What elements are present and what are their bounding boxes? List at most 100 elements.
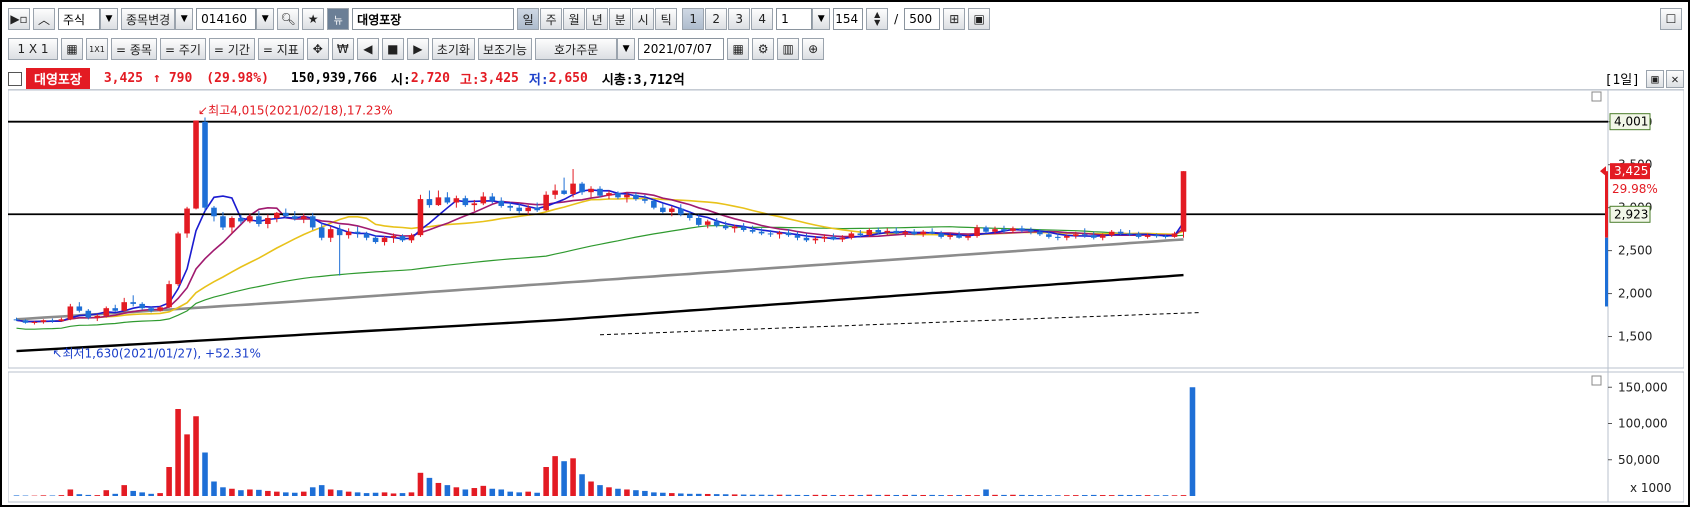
volume-bar-72 xyxy=(660,492,666,496)
volume-bar-39 xyxy=(363,493,370,496)
candle-body xyxy=(848,233,855,238)
interval-tab-3[interactable]: 3 xyxy=(728,8,751,30)
caret-down-icon: ▼ xyxy=(261,14,269,24)
period-tab-1[interactable]: 주 xyxy=(540,8,563,30)
period-sync-button[interactable]: = 기간 xyxy=(208,38,255,60)
volume-bar-29 xyxy=(274,491,280,496)
currency-button[interactable]: ₩ xyxy=(331,38,354,60)
volume-bar-9 xyxy=(94,495,101,496)
order-button[interactable]: 호가주문 xyxy=(535,38,618,60)
volume-bar-128 xyxy=(1162,495,1169,496)
candle-body xyxy=(1153,235,1160,237)
window-menu-button[interactable]: ☐ xyxy=(1660,8,1682,30)
single-layout-button[interactable]: 1X1 xyxy=(86,38,108,60)
candle-body xyxy=(839,237,846,240)
volume-bar-78 xyxy=(713,494,720,496)
period-tab-3[interactable]: 년 xyxy=(586,8,609,30)
scroll-left-button[interactable]: ◀ xyxy=(356,38,379,60)
candle-body xyxy=(965,236,971,238)
restore-button[interactable]: ▣ xyxy=(1646,69,1664,88)
market-select[interactable]: 주식 xyxy=(58,8,100,30)
info-stock-name: 대영포장 xyxy=(26,68,90,89)
search-button[interactable]: 🔍︎ xyxy=(277,8,300,30)
volume-bar-26 xyxy=(247,489,253,496)
candle-body xyxy=(507,205,514,208)
order-dropdown-button[interactable]: ▼ xyxy=(617,38,636,60)
interval-tab-2[interactable]: 2 xyxy=(705,8,728,30)
interval-input[interactable]: 1 xyxy=(776,8,813,30)
cycle-sync-button[interactable]: = 주기 xyxy=(159,38,206,60)
volume-bar-71 xyxy=(651,492,657,496)
volume-bar-68 xyxy=(624,489,630,496)
candle-body xyxy=(67,306,74,320)
period-tab-6[interactable]: 틱 xyxy=(655,8,678,30)
item-sync-button[interactable]: = 종목 xyxy=(111,38,157,60)
stock-name-field: 대영포장 xyxy=(352,8,515,30)
interval-tab-1[interactable]: 1 xyxy=(682,8,705,30)
candle-body xyxy=(803,237,810,241)
calendar-button[interactable]: ▦ xyxy=(727,38,750,60)
volume-bar-66 xyxy=(606,487,612,496)
volume-bar-106 xyxy=(965,495,971,496)
period-tab-2[interactable]: 월 xyxy=(563,8,586,30)
bar-count-separator: / xyxy=(894,12,899,26)
volume-bar-110 xyxy=(1001,494,1007,496)
reset-button[interactable]: 초기화 xyxy=(431,38,475,60)
aux-function-button[interactable]: 보조기능 xyxy=(477,38,533,60)
add-chart-button[interactable]: ⊞ xyxy=(943,8,966,30)
pan-button[interactable]: ✥ xyxy=(306,38,329,60)
change-stock-button[interactable]: 종목변경 xyxy=(121,8,176,30)
favorite-button[interactable]: ★ xyxy=(302,8,325,30)
stock-code-dropdown-button[interactable]: ▼ xyxy=(256,8,275,30)
max-bars-input[interactable]: 500 xyxy=(904,8,941,30)
grid-layout-button[interactable]: ▦ xyxy=(61,38,83,60)
zoom-button[interactable]: ⊕ xyxy=(802,38,825,60)
volume-bar-41 xyxy=(381,492,388,496)
candle-body xyxy=(1180,171,1187,232)
candle-18 xyxy=(175,231,181,286)
period-tab-0[interactable]: 일 xyxy=(517,8,540,30)
bar-count-input[interactable]: 154 xyxy=(833,8,864,30)
save-button[interactable]: ▣ xyxy=(968,8,991,30)
change-stock-dropdown-button[interactable]: ▼ xyxy=(175,8,194,30)
current-price: 3,425 xyxy=(103,71,143,86)
volume-bar-65 xyxy=(597,485,603,496)
candle-body xyxy=(1126,233,1133,235)
candle-body xyxy=(956,235,962,238)
indicator-sync-button[interactable]: = 지표 xyxy=(257,38,304,60)
period-tab-4[interactable]: 분 xyxy=(609,8,632,30)
candle-body xyxy=(31,321,38,323)
stop-button[interactable]: ■ xyxy=(381,38,404,60)
candle-body xyxy=(857,233,864,236)
volume-bar-48 xyxy=(444,485,451,496)
candle-body xyxy=(920,231,926,235)
interval-tab-4[interactable]: 4 xyxy=(751,8,774,30)
market-dropdown-button[interactable]: ▼ xyxy=(100,8,118,30)
interval-dropdown-button[interactable]: ▼ xyxy=(812,8,831,30)
layout-button[interactable]: 1 X 1 xyxy=(8,38,58,60)
price-chart-area[interactable]: 1,5002,0002,5003,0003,5004,00050,000100,… xyxy=(8,90,1684,504)
volume-pane xyxy=(8,371,1684,503)
play-toggle-button[interactable]: ▶▫ xyxy=(8,8,30,30)
date-input[interactable]: 2021/07/07 xyxy=(638,38,725,60)
volume-bar-17 xyxy=(166,467,172,496)
settings-button[interactable]: ⚙ xyxy=(752,38,775,60)
volume-bar-119 xyxy=(1081,495,1088,496)
news-button[interactable]: 뉴 xyxy=(327,8,350,30)
volume-bar-47 xyxy=(435,482,442,496)
chart-config-button[interactable]: ▥ xyxy=(777,38,800,60)
period-tab-5[interactable]: 시 xyxy=(632,8,655,30)
volume-bar-59 xyxy=(543,467,549,496)
stock-code-input[interactable]: 014160 xyxy=(196,8,257,30)
scroll-right-button[interactable]: ▶ xyxy=(406,38,429,60)
candle-body xyxy=(633,194,639,200)
close-button[interactable]: ✕ xyxy=(1666,69,1684,88)
candle-body xyxy=(651,200,657,208)
volume-bar-127 xyxy=(1153,495,1160,496)
volume-bar-100 xyxy=(911,494,917,496)
price-tick-label: 2,000 xyxy=(1618,287,1652,301)
select-checkbox[interactable] xyxy=(8,71,22,86)
candle-body xyxy=(902,231,909,234)
collapse-button[interactable]: ︿ xyxy=(33,8,55,30)
bar-count-spinner[interactable]: ▲ ▼ xyxy=(866,8,889,30)
